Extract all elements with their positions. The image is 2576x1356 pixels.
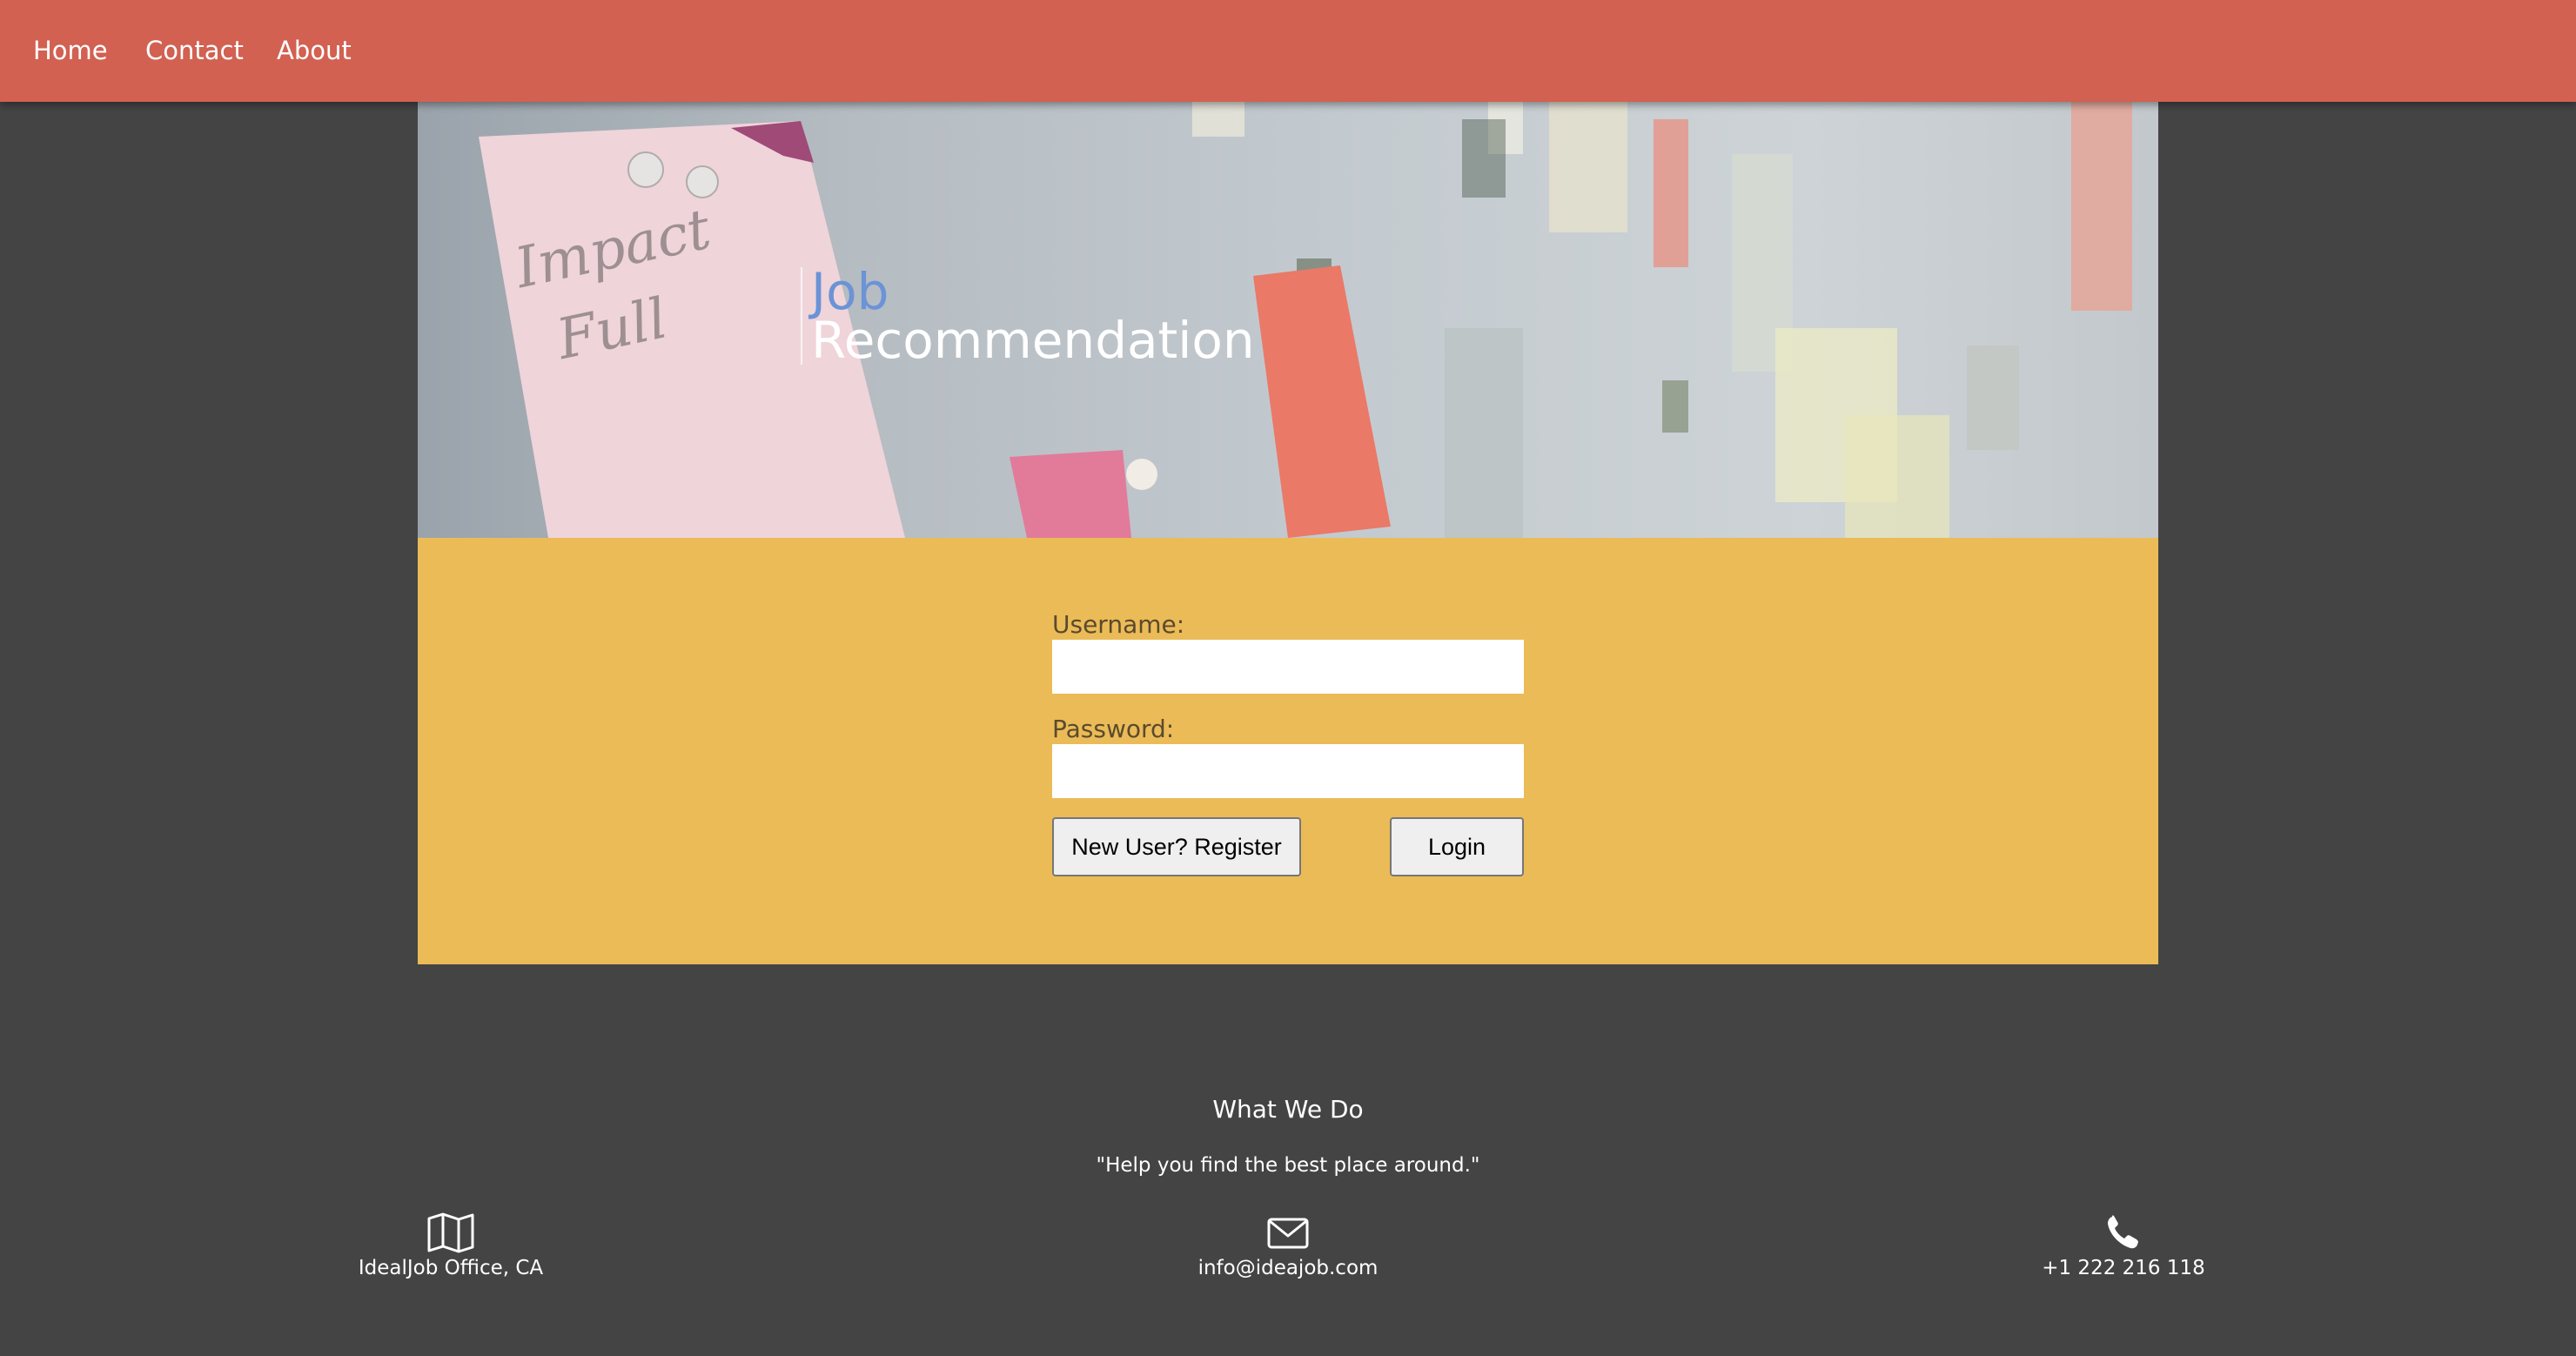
username-label: Username: <box>1052 610 1185 639</box>
nav-about-link[interactable]: About <box>277 0 352 102</box>
login-button[interactable]: Login <box>1390 817 1524 876</box>
footer-tagline: "Help you find the best place around." <box>1096 1154 1480 1177</box>
contact-email: info@ideajob.com <box>1114 1212 1462 1279</box>
title-job: Job <box>811 262 889 321</box>
email-text[interactable]: info@ideajob.com <box>1114 1257 1462 1279</box>
login-form: Username: Password: New User? Register L… <box>1052 610 1524 876</box>
envelope-icon <box>1114 1212 1462 1255</box>
top-navbar: Home Contact About <box>0 0 2576 102</box>
title-recommendation: Recommendation <box>811 311 1255 370</box>
form-buttons: New User? Register Login <box>1052 817 1524 876</box>
office-location-text: IdealJob Office, CA <box>358 1257 544 1279</box>
nav-contact-link[interactable]: Contact <box>145 0 244 102</box>
phone-icon <box>1949 1212 2298 1255</box>
password-input[interactable] <box>1052 744 1524 798</box>
footer-heading: What We Do <box>1212 1095 1364 1124</box>
map-icon <box>277 1212 625 1255</box>
phone-text: +1 222 216 118 <box>2042 1257 2205 1279</box>
register-button[interactable]: New User? Register <box>1052 817 1301 876</box>
username-input[interactable] <box>1052 640 1524 694</box>
contact-phone: +1 222 216 118 <box>1949 1212 2298 1279</box>
site-title: Job Recommendation <box>801 262 1255 370</box>
hero-banner: Impact Full Job Recommendation <box>418 102 2158 538</box>
nav-home-link[interactable]: Home <box>33 0 108 102</box>
login-panel: Username: Password: New User? Register L… <box>418 538 2158 964</box>
password-label: Password: <box>1052 715 1175 743</box>
contact-office: IdealJob Office, CA <box>277 1212 625 1279</box>
